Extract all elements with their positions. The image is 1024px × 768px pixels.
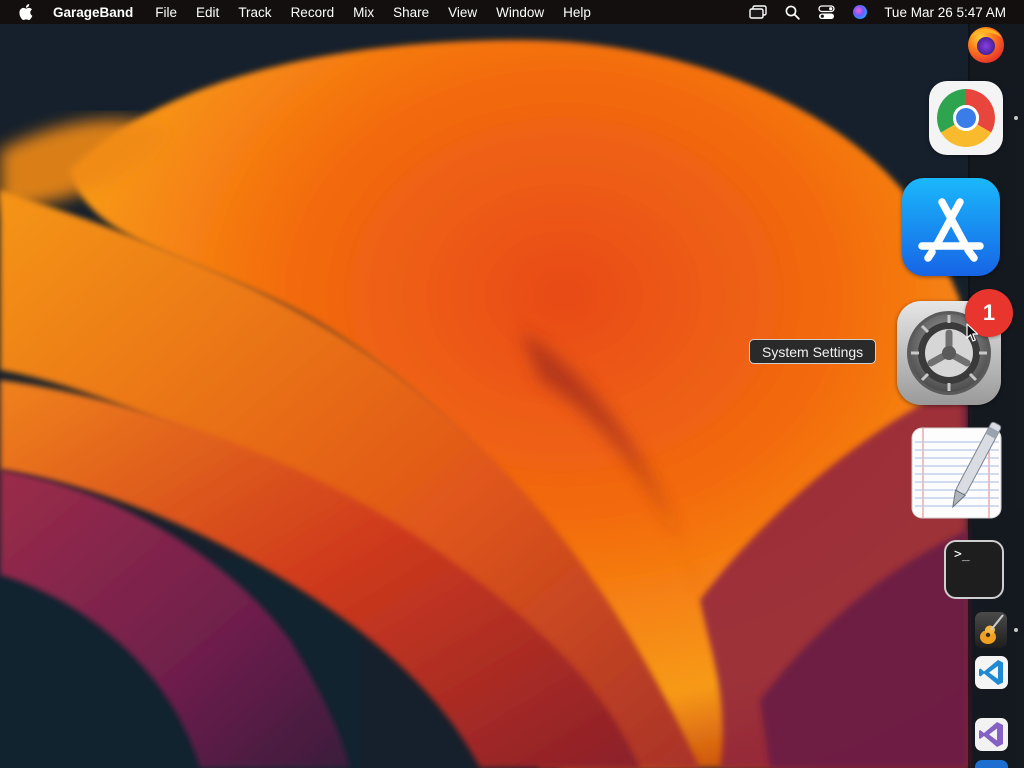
menu-record[interactable]: Record	[291, 5, 335, 20]
menu-mix[interactable]: Mix	[353, 5, 374, 20]
menu-file[interactable]: File	[155, 5, 177, 20]
garageband-icon[interactable]	[975, 612, 1007, 648]
dock-tooltip: System Settings	[749, 339, 877, 364]
firefox-icon[interactable]	[966, 26, 1006, 64]
menu-view[interactable]: View	[448, 5, 477, 20]
dock-item-partial-icon[interactable]	[975, 760, 1008, 768]
app-store-icon[interactable]	[902, 178, 1000, 276]
terminal-prompt-glyph: >_	[954, 547, 970, 562]
menu-bar-clock[interactable]: Tue Mar 26 5:47 AM	[884, 5, 1006, 20]
screen-mirroring-icon[interactable]	[748, 0, 768, 24]
visual-studio-icon[interactable]	[975, 718, 1008, 751]
siri-icon[interactable]	[850, 0, 870, 24]
menu-window[interactable]: Window	[496, 5, 544, 20]
textedit-icon[interactable]	[911, 420, 1003, 520]
desktop-wallpaper	[0, 0, 1024, 768]
terminal-icon[interactable]: >_	[944, 540, 1004, 599]
app-name-menu[interactable]: GarageBand	[53, 5, 133, 20]
control-center-icon[interactable]	[816, 0, 836, 24]
chrome-running-indicator	[1014, 116, 1018, 120]
vscode-icon[interactable]	[975, 656, 1008, 689]
mouse-cursor-icon	[966, 323, 980, 348]
menu-track[interactable]: Track	[238, 5, 271, 20]
chrome-icon[interactable]	[929, 81, 1003, 155]
status-area: Tue Mar 26 5:47 AM	[734, 0, 1006, 24]
spotlight-search-icon[interactable]	[782, 0, 802, 24]
menu-bar: GarageBand File Edit Track Record Mix Sh…	[0, 0, 1024, 24]
garageband-running-indicator	[1014, 628, 1018, 632]
apple-menu-icon[interactable]	[19, 4, 35, 20]
menu-share[interactable]: Share	[393, 5, 429, 20]
menu-help[interactable]: Help	[563, 5, 591, 20]
menu-edit[interactable]: Edit	[196, 5, 219, 20]
